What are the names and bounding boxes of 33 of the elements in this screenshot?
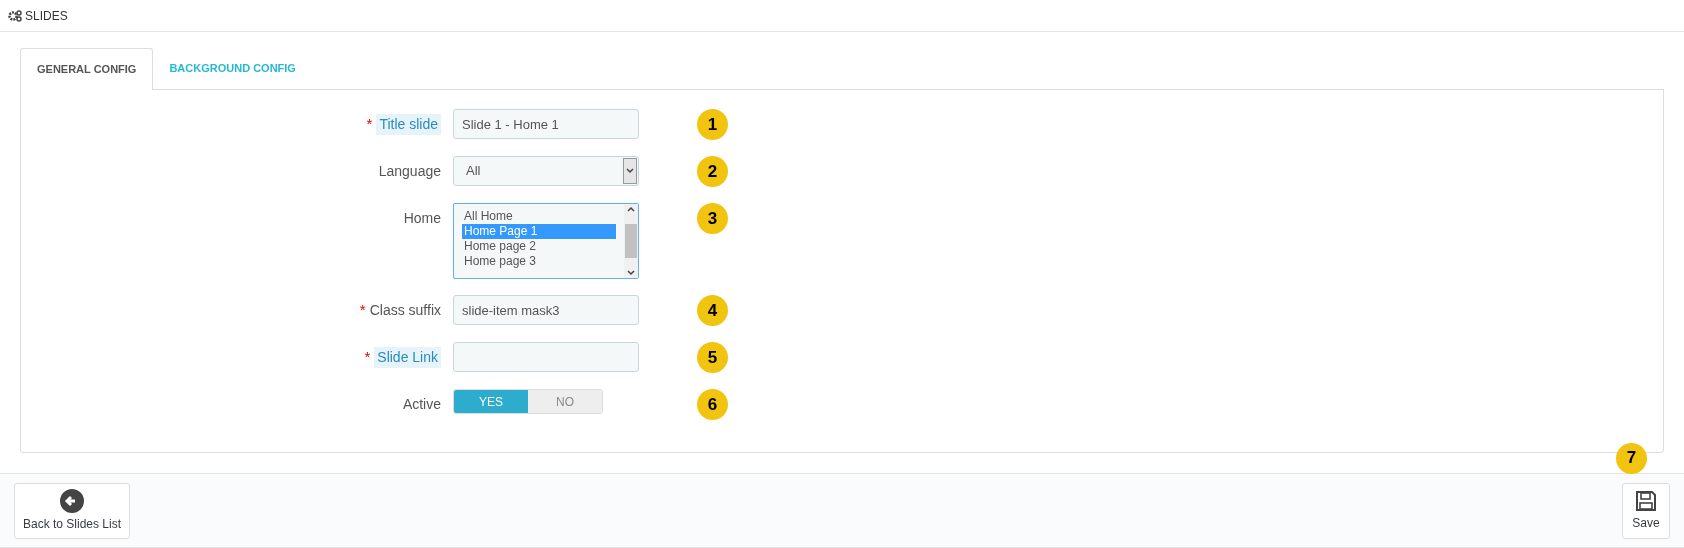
field-label: Home xyxy=(403,208,441,228)
field-label: Class suffix xyxy=(369,300,441,320)
number-badge: 6 xyxy=(697,389,728,420)
save-icon xyxy=(1635,489,1657,512)
text-field[interactable] xyxy=(453,342,639,372)
home-option[interactable]: Home page 3 xyxy=(462,254,616,269)
field-label: Language xyxy=(378,161,441,181)
number-badge: 5 xyxy=(697,342,728,373)
home-listbox[interactable]: All Home Home Page 1 Home page 2 Home page 3 xyxy=(453,203,639,279)
language-select[interactable]: All xyxy=(453,156,639,186)
text-field[interactable]: Slide 1 - Home 1 xyxy=(453,109,639,139)
number-badge: 4 xyxy=(697,295,728,326)
required-asterisk: * xyxy=(366,113,373,134)
scroll-up-icon[interactable] xyxy=(627,206,635,212)
text-field[interactable]: slide-item mask3 xyxy=(453,295,639,325)
save-button[interactable]: Save xyxy=(1622,482,1670,539)
back-button[interactable]: Back to Slides List xyxy=(14,482,131,539)
gears-icon xyxy=(8,9,22,22)
panel-title: SLIDES xyxy=(25,7,68,25)
scrollbar[interactable] xyxy=(624,204,638,278)
required-asterisk: * xyxy=(359,299,366,320)
field-label: Title slide xyxy=(376,113,441,135)
field-label: Active xyxy=(402,394,441,414)
number-badge: 2 xyxy=(697,156,728,187)
tab[interactable]: GENERAL CONFIG xyxy=(20,48,154,90)
number-badge: 3 xyxy=(697,203,728,234)
home-option[interactable]: All Home xyxy=(462,209,616,224)
scroll-down-icon[interactable] xyxy=(627,270,635,276)
number-badge: 1 xyxy=(697,109,728,140)
number-badge: 7 xyxy=(1616,442,1647,474)
home-option[interactable]: Home page 2 xyxy=(462,239,616,254)
field-label: Slide Link xyxy=(374,346,441,368)
required-asterisk: * xyxy=(364,346,371,367)
